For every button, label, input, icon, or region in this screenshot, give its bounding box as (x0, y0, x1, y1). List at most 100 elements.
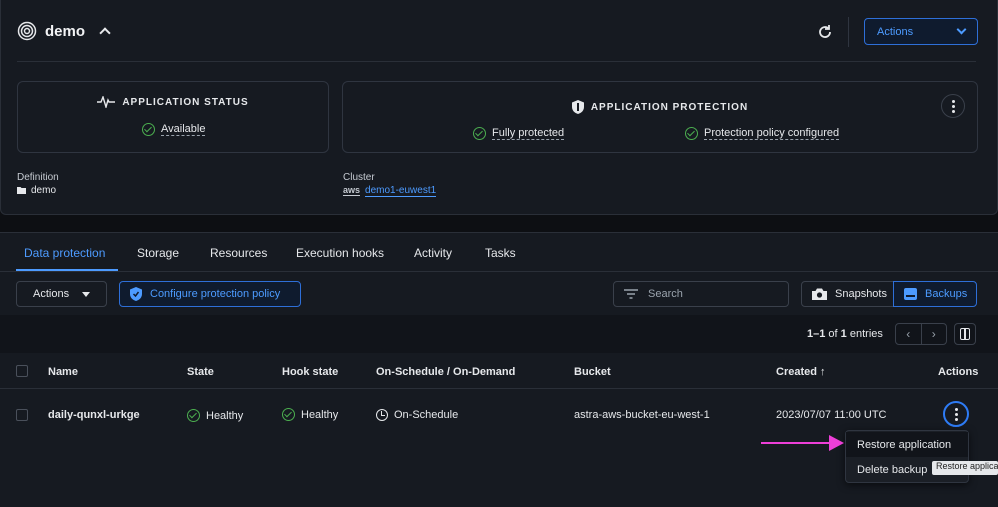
refresh-icon[interactable] (815, 22, 835, 42)
tooltip: Restore application (932, 461, 998, 475)
app-title: demo (45, 22, 86, 40)
status-panel-title-text: APPLICATION STATUS (122, 96, 249, 108)
camera-icon (812, 288, 827, 300)
row-name[interactable]: daily-qunxl-urkge (48, 409, 140, 421)
tab-tasks[interactable]: Tasks (485, 246, 516, 260)
cluster-label: Cluster (343, 172, 375, 183)
col-created-label: Created (776, 366, 817, 378)
fully-protected-text[interactable]: Fully protected (492, 127, 565, 140)
filter-icon (624, 289, 638, 299)
app-logo-icon (17, 21, 37, 41)
protection-panel-title: APPLICATION PROTECTION (343, 100, 977, 114)
row-checkbox[interactable] (16, 409, 28, 421)
tab-execution-hooks[interactable]: Execution hooks (296, 246, 384, 260)
backups-label: Backups (925, 288, 968, 300)
check-circle-icon (473, 127, 486, 140)
col-bucket[interactable]: Bucket (574, 366, 611, 378)
tab-storage[interactable]: Storage (137, 246, 179, 260)
col-created[interactable]: Created ↑ (776, 366, 826, 378)
columns-icon (960, 328, 970, 340)
entries-range: 1–1 (807, 328, 826, 340)
cluster-link[interactable]: demo1-euwest1 (365, 185, 437, 197)
configure-policy-label: Configure protection policy (150, 288, 281, 300)
actions-label: Actions (877, 25, 914, 38)
kebab-icon (951, 99, 955, 113)
backup-drive-icon (904, 288, 917, 300)
header-divider (848, 17, 849, 47)
select-all-checkbox[interactable] (16, 365, 28, 377)
policy-configured-text[interactable]: Protection policy configured (704, 127, 840, 140)
row-schedule-text: On-Schedule (394, 409, 459, 421)
backups-toggle[interactable]: Backups (893, 281, 977, 307)
column-settings-button[interactable] (954, 323, 976, 345)
clock-icon (376, 409, 388, 421)
col-name[interactable]: Name (48, 366, 78, 378)
annotation-arrow-head (829, 435, 844, 451)
chevron-down-icon (956, 24, 967, 35)
caret-down-icon (82, 292, 90, 297)
definition-label: Definition (17, 172, 59, 183)
shield-icon (571, 100, 584, 114)
table-header: Name State Hook state On-Schedule / On-D… (0, 354, 998, 389)
app-title-group[interactable]: demo (17, 21, 111, 41)
tabs-divider (0, 271, 998, 272)
row-state: Healthy (187, 409, 243, 422)
table-actions-label: Actions (33, 288, 70, 300)
actions-dropdown-button[interactable]: Actions (864, 18, 978, 45)
tab-activity[interactable]: Activity (414, 246, 452, 260)
row-schedule: On-Schedule (376, 409, 458, 421)
tabs-section: Data protection Storage Resources Execut… (0, 232, 998, 507)
application-status-panel: APPLICATION STATUS Available (17, 81, 329, 153)
check-circle-icon (187, 409, 200, 422)
fully-protected-status: Fully protected (473, 127, 565, 140)
application-protection-panel: APPLICATION PROTECTION Fully protected P… (342, 81, 978, 153)
search-placeholder: Search (648, 288, 683, 300)
entries-total: 1 (840, 328, 847, 340)
tab-resources[interactable]: Resources (210, 246, 267, 260)
protection-menu-button[interactable] (941, 94, 965, 118)
entries-of: of (828, 328, 838, 340)
row-hook-state-text: Healthy (301, 408, 339, 421)
entries-count: 1–1 of 1 entries (807, 328, 883, 340)
entries-suffix: entries (849, 328, 883, 340)
folder-icon (17, 187, 26, 194)
chevron-up-icon[interactable] (99, 27, 111, 39)
snapshots-toggle[interactable]: Snapshots (801, 281, 894, 307)
col-hook-state[interactable]: Hook state (282, 366, 338, 378)
search-input[interactable]: Search (613, 281, 789, 307)
col-schedule[interactable]: On-Schedule / On-Demand (376, 366, 515, 378)
menu-item-restore-application[interactable]: Restore application (846, 432, 968, 457)
snapshots-label: Snapshots (835, 288, 887, 300)
col-actions: Actions (938, 366, 979, 378)
row-hook-state: Healthy (282, 408, 338, 421)
policy-configured-status: Protection policy configured (685, 127, 840, 140)
application-header-card: demo Actions APPLICATION STATUS Availabl… (0, 0, 998, 215)
check-circle-icon (282, 408, 295, 421)
status-panel-title: APPLICATION STATUS (18, 96, 328, 108)
row-actions-button[interactable] (943, 401, 969, 427)
tab-data-protection[interactable]: Data protection (24, 246, 105, 260)
next-page-icon[interactable]: › (920, 324, 947, 344)
previous-page-icon[interactable]: ‹ (896, 324, 921, 344)
shield-check-icon (130, 287, 142, 301)
protection-panel-title-text: APPLICATION PROTECTION (590, 101, 749, 113)
kebab-icon (954, 407, 958, 421)
availability-status: Available (142, 123, 206, 136)
row-state-text: Healthy (206, 409, 244, 422)
configure-protection-policy-button[interactable]: Configure protection policy (119, 281, 301, 307)
availability-text[interactable]: Available (161, 123, 206, 136)
cluster-value: aws demo1-euwest1 (343, 185, 437, 197)
col-state[interactable]: State (187, 366, 214, 378)
definition-value: demo (17, 185, 56, 196)
row-bucket: astra-aws-bucket-eu-west-1 (574, 409, 710, 421)
annotation-arrow (761, 442, 833, 444)
row-created: 2023/07/07 11:00 UTC (776, 409, 887, 421)
heartbeat-icon (97, 96, 116, 108)
definition-text: demo (31, 185, 57, 196)
check-circle-icon (142, 123, 155, 136)
check-circle-icon (685, 127, 698, 140)
pagination-controls: ‹ › (895, 323, 947, 345)
active-tab-indicator (16, 269, 118, 271)
aws-logo-icon: aws (343, 185, 361, 196)
table-actions-button[interactable]: Actions (16, 281, 107, 307)
